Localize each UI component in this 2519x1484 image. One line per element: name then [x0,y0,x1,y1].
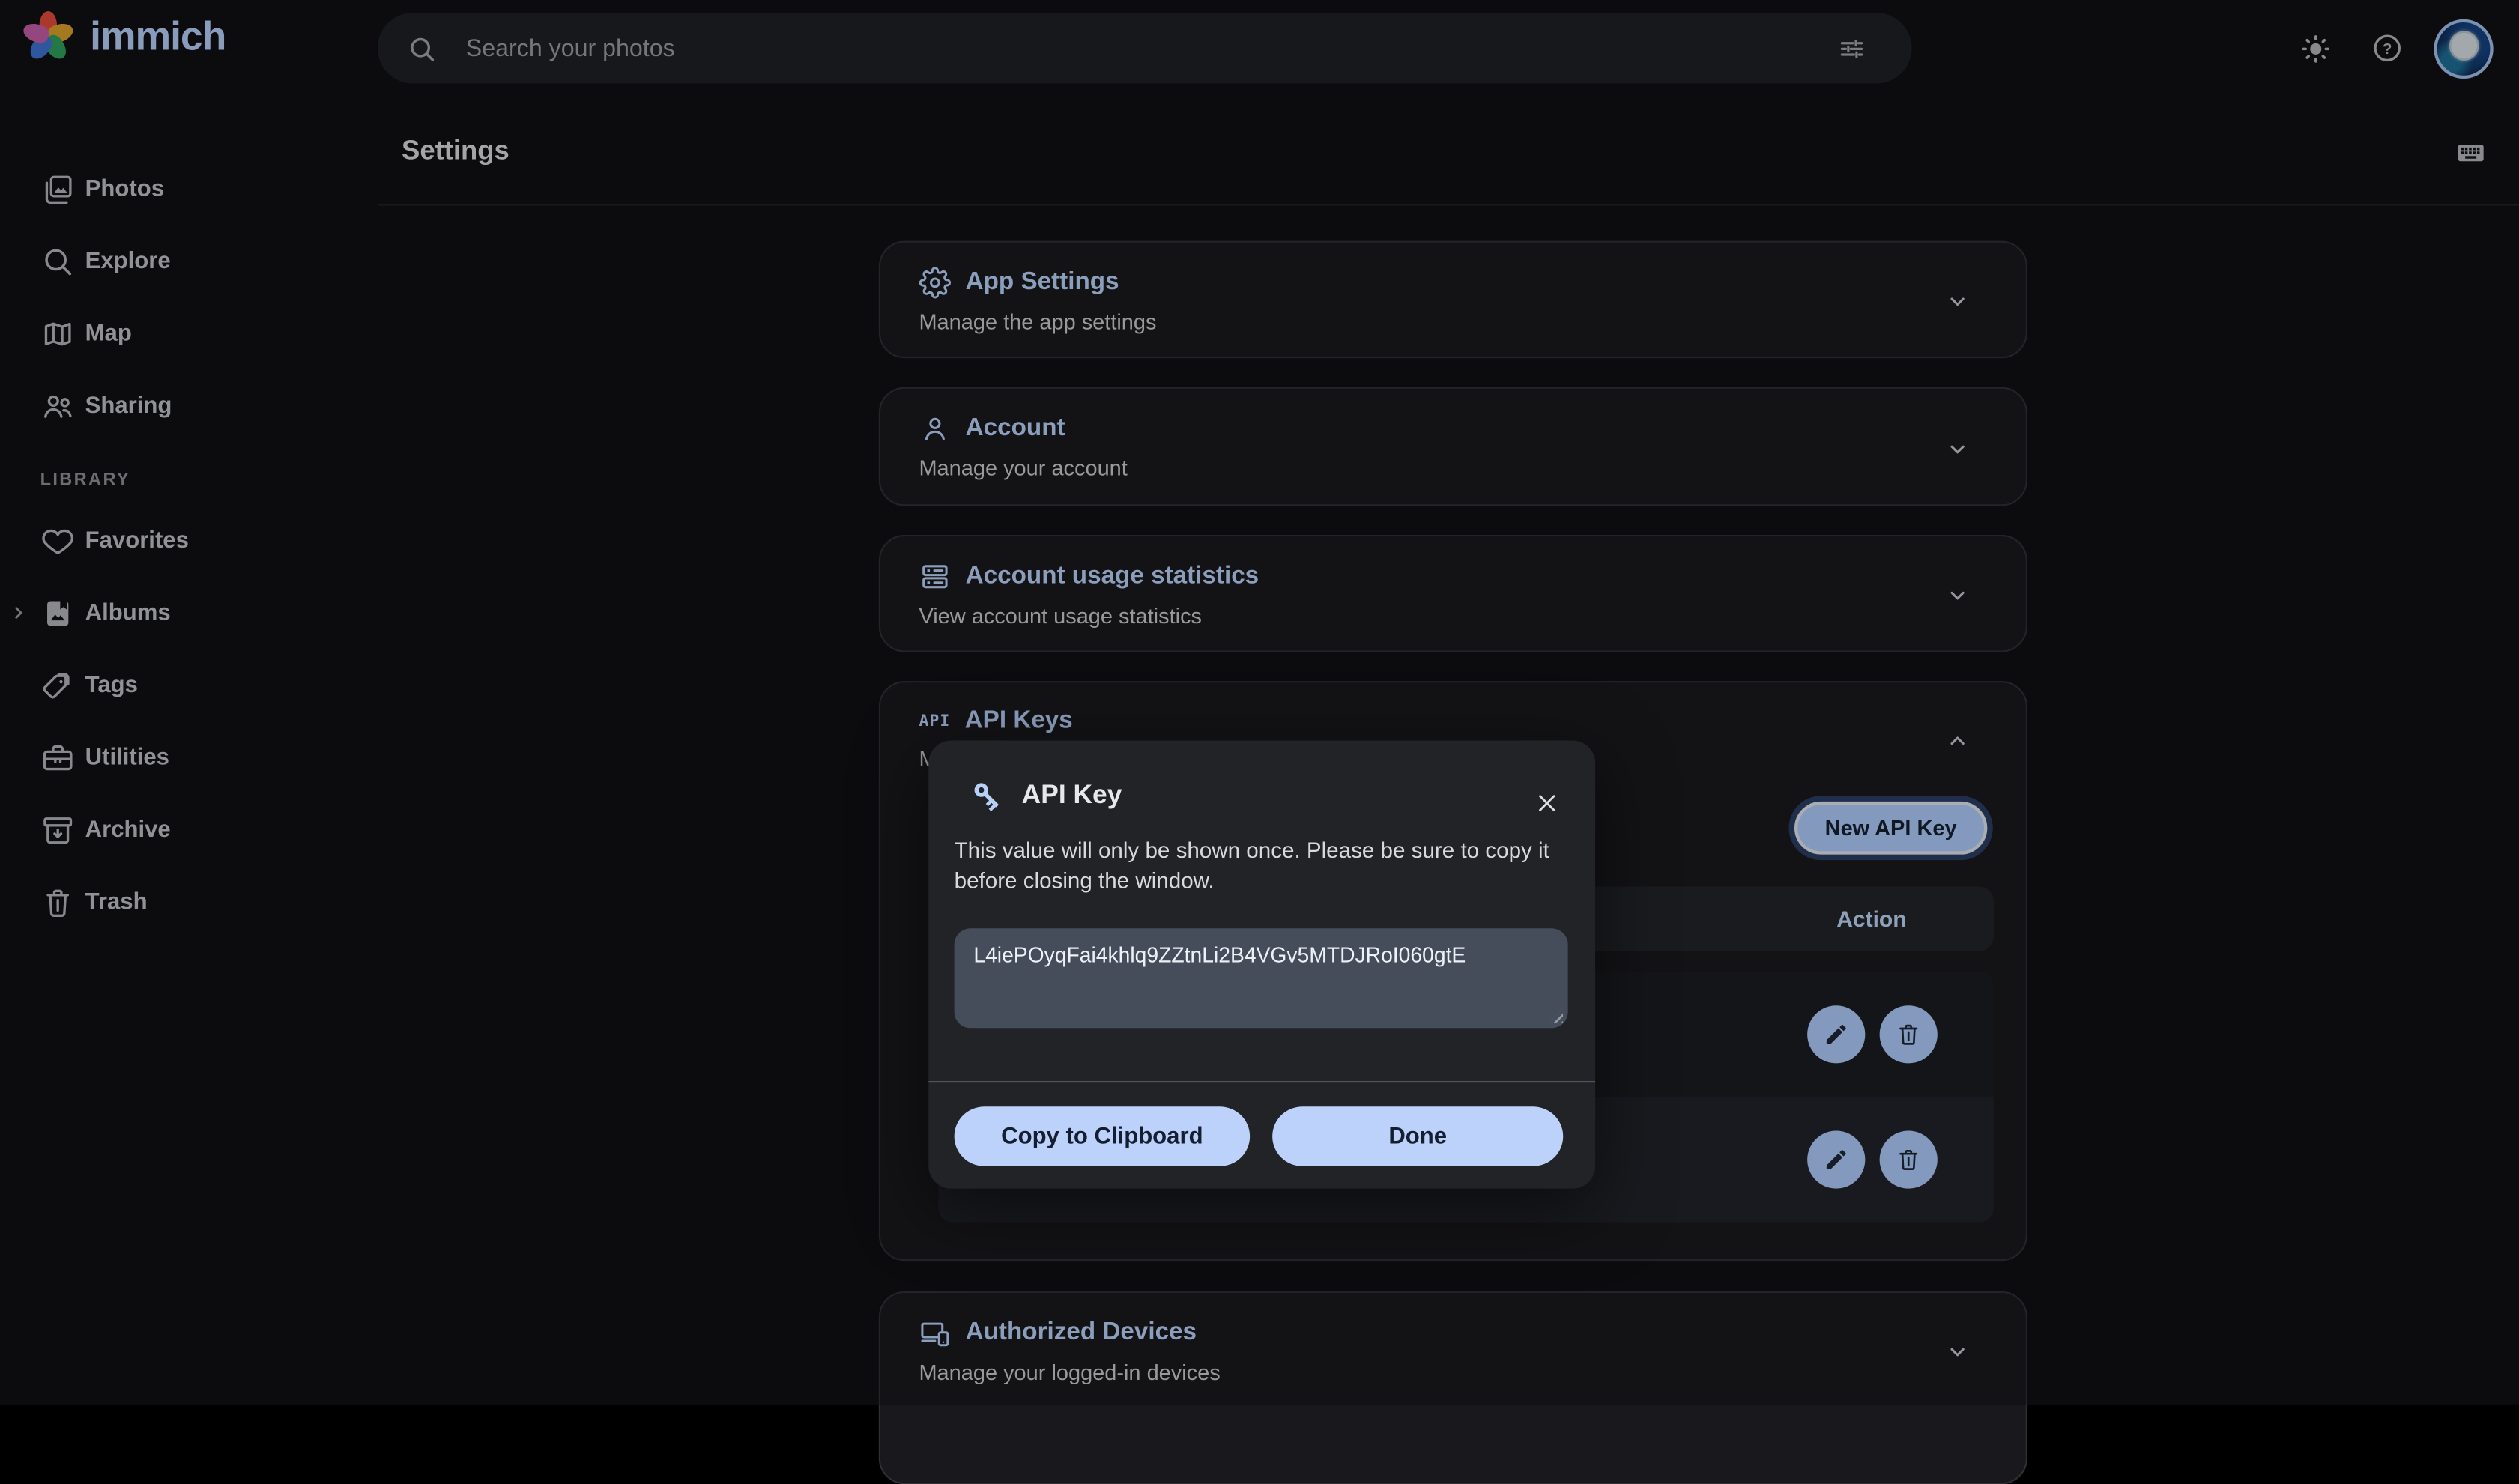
key-icon [970,778,1004,812]
modal-header: API Key [928,740,1595,849]
done-button[interactable]: Done [1272,1106,1563,1166]
app-window: immich Search your photos ? [0,0,2519,1405]
close-icon[interactable] [1526,782,1568,824]
modal-warning-text: This value will only be shown once. Plea… [955,835,1568,896]
modal-backdrop[interactable] [0,0,2519,1405]
api-key-field-wrapper: L4iePOyqFai4khlq9ZZtnLi2B4VGv5MTDJRoI060… [955,928,1568,1028]
modal-title: API Key [1022,780,1122,811]
modal-divider [928,1081,1595,1082]
modal-actions: Copy to Clipboard Done [955,1106,1564,1166]
api-key-modal: API Key This value will only be shown on… [928,740,1595,1188]
copy-to-clipboard-button[interactable]: Copy to Clipboard [955,1106,1251,1166]
api-key-value-field[interactable]: L4iePOyqFai4khlq9ZZtnLi2B4VGv5MTDJRoI060… [955,928,1568,1028]
